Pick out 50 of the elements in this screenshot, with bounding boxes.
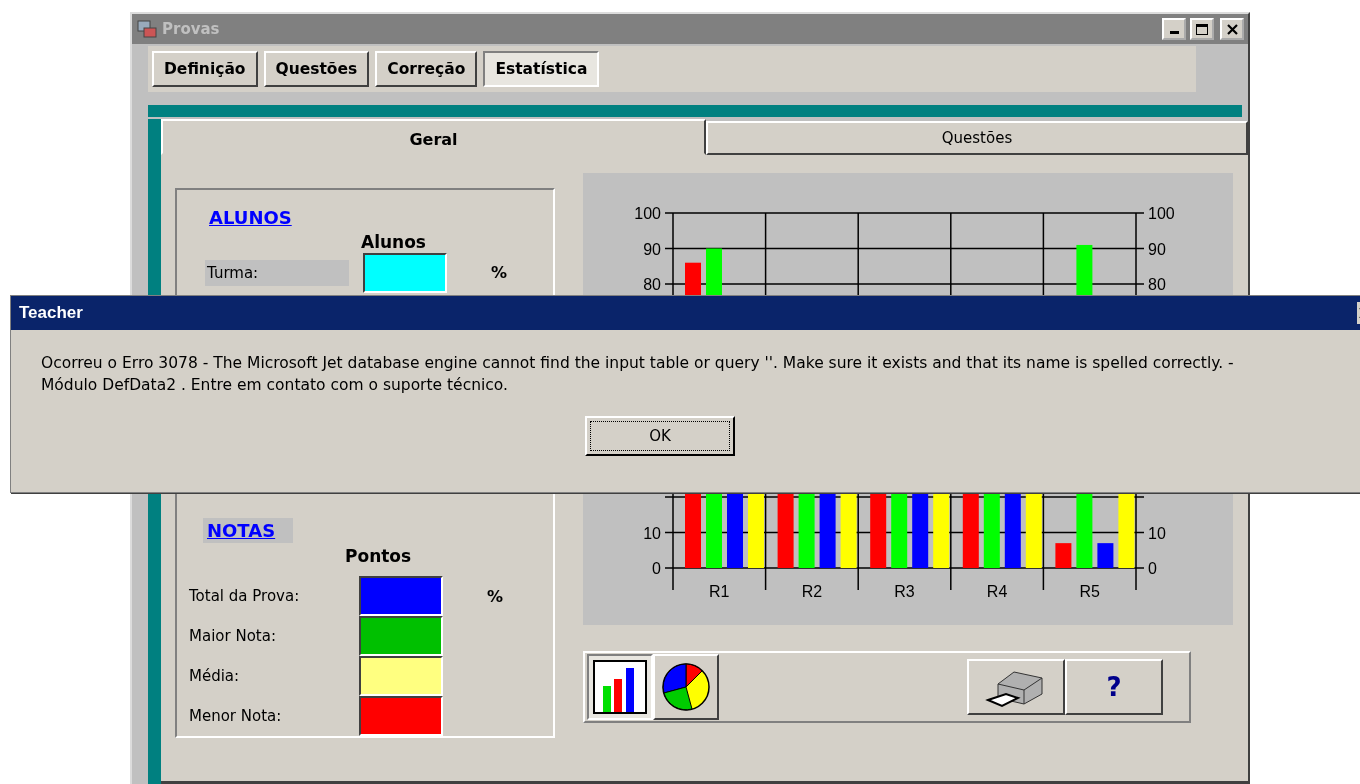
toolbar-tab[interactable]: Definição bbox=[152, 51, 258, 87]
maximize-button[interactable] bbox=[1190, 18, 1214, 40]
y-tick-label: 0 bbox=[652, 560, 661, 577]
percent-label: % bbox=[487, 586, 504, 606]
column-header: Pontos bbox=[345, 546, 412, 567]
column-header: Alunos bbox=[361, 232, 426, 253]
percent-label: % bbox=[491, 263, 508, 283]
notas-link[interactable]: NOTAS bbox=[203, 517, 294, 543]
x-category-label: R3 bbox=[894, 583, 915, 600]
y-tick-label: 100 bbox=[634, 205, 661, 222]
x-category-label: R2 bbox=[801, 583, 823, 600]
help-button[interactable]: ? bbox=[1065, 659, 1163, 715]
print-button[interactable] bbox=[967, 659, 1065, 715]
error-message: Ocorreu o Erro 3078 - The Microsoft Jet database engine cannot find the input table or query ''. Make sure it exists and that its name is spelled correctly. - Módulo DefData2 . Entre em contato com o suporte técnico. bbox=[41, 353, 1235, 396]
minimize-icon bbox=[1169, 31, 1179, 34]
y-tick-label: 0 bbox=[1148, 560, 1157, 577]
y-tick-label: 80 bbox=[643, 276, 661, 293]
y-tick-label: 80 bbox=[1148, 276, 1166, 293]
y-tick-label: 10 bbox=[643, 524, 661, 542]
field-label: Total da Prova: bbox=[189, 587, 301, 605]
window-title: Provas bbox=[162, 20, 221, 38]
chart-type-button[interactable] bbox=[587, 654, 653, 720]
minimize-button[interactable] bbox=[1162, 18, 1186, 40]
ok-button[interactable]: OK bbox=[585, 416, 735, 456]
field-label: Média: bbox=[189, 667, 241, 685]
y-tick-label: 90 bbox=[643, 240, 661, 258]
app-icon bbox=[136, 18, 158, 40]
x-category-label: R1 bbox=[709, 583, 730, 600]
chart-bar bbox=[1055, 543, 1072, 568]
toolbar-tab[interactable]: Estatística bbox=[483, 51, 600, 87]
toolbar-tab[interactable]: Correção bbox=[375, 51, 478, 87]
field-label: Turma: bbox=[205, 259, 349, 286]
y-tick-label: 10 bbox=[1148, 524, 1166, 542]
pie-chart-icon bbox=[661, 662, 711, 712]
field-label: Menor Nota: bbox=[189, 707, 283, 725]
y-tick-label: 100 bbox=[1148, 205, 1175, 222]
chart-bar bbox=[1097, 543, 1114, 568]
maximize-icon bbox=[1196, 23, 1208, 35]
dialog-title: Teacher bbox=[19, 303, 84, 323]
close-icon bbox=[1226, 23, 1238, 35]
y-tick-label: 90 bbox=[1148, 240, 1166, 258]
x-category-label: R4 bbox=[986, 583, 1008, 600]
bar-chart-icon bbox=[593, 660, 647, 714]
tab[interactable]: Questões bbox=[706, 121, 1248, 155]
alunos-link[interactable]: ALUNOS bbox=[205, 204, 310, 230]
toolbar-tab[interactable]: Questões bbox=[263, 51, 370, 87]
x-category-label: R5 bbox=[1079, 583, 1100, 600]
field-label: Maior Nota: bbox=[189, 627, 277, 645]
tab[interactable]: Geral bbox=[161, 119, 706, 155]
close-button[interactable] bbox=[1220, 18, 1244, 40]
